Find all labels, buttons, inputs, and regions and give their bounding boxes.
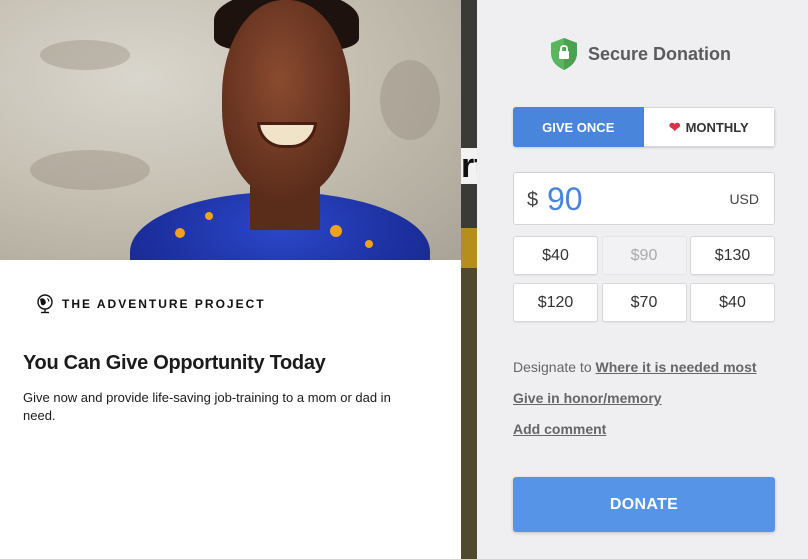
frequency-toggle: GIVE ONCE ❤ MONTHLY <box>513 107 775 147</box>
comment-row: Add comment <box>513 421 606 437</box>
currency-symbol: $ <box>527 189 539 211</box>
honor-row: Give in honor/memory <box>513 390 662 406</box>
designation-link[interactable]: Where it is needed most <box>596 359 757 375</box>
shield-lock-icon <box>550 37 578 71</box>
preset-amount-button[interactable]: $40 <box>513 236 598 275</box>
preset-amount-button-selected[interactable]: $90 <box>601 236 687 275</box>
campaign-description: Give now and provide life-saving job-tra… <box>23 390 391 423</box>
preset-amount-button[interactable]: $70 <box>601 283 687 322</box>
give-once-label: GIVE ONCE <box>542 119 615 135</box>
donation-form: Secure Donation GIVE ONCE ❤ MONTHLY $ 90… <box>477 0 808 559</box>
background-banner <box>461 228 477 268</box>
give-once-tab[interactable]: GIVE ONCE <box>513 107 644 147</box>
org-logo: THE ADVENTURE PROJECT <box>36 294 266 314</box>
campaign-headline: You Can Give Opportunity Today <box>23 352 326 374</box>
designation-row: Designate to Where it is needed most <box>513 359 757 375</box>
globe-icon <box>36 294 54 314</box>
donate-label: DONATE <box>609 495 679 513</box>
form-header: Secure Donation <box>550 37 731 71</box>
form-title: Secure Donation <box>588 43 732 64</box>
amount-input[interactable]: $ 90 USD <box>513 172 775 225</box>
heart-icon: ❤ <box>668 118 681 135</box>
campaign-photo <box>0 0 461 260</box>
designate-label: Designate to <box>513 359 592 375</box>
background-image <box>461 268 477 559</box>
preset-amount-button[interactable]: $130 <box>690 236 775 275</box>
honor-memory-link[interactable]: Give in honor/memory <box>513 390 662 406</box>
background-text-fragment: rt <box>461 148 477 184</box>
add-comment-link[interactable]: Add comment <box>513 421 606 437</box>
preset-amount-button[interactable]: $120 <box>513 283 598 322</box>
background-page: rt ax <box>461 0 477 559</box>
currency-code: USD <box>729 191 759 207</box>
campaign-panel: THE ADVENTURE PROJECT You Can Give Oppor… <box>0 0 461 559</box>
donate-button[interactable]: DONATE <box>513 477 775 532</box>
monthly-tab[interactable]: ❤ MONTHLY <box>643 107 775 147</box>
org-name: THE ADVENTURE PROJECT <box>62 297 266 311</box>
preset-amounts: $40 $90 $130 $120 $70 $40 <box>513 236 775 322</box>
preset-amount-button[interactable]: $40 <box>690 283 775 322</box>
monthly-label: MONTHLY <box>685 119 749 135</box>
amount-value: 90 <box>547 181 583 217</box>
